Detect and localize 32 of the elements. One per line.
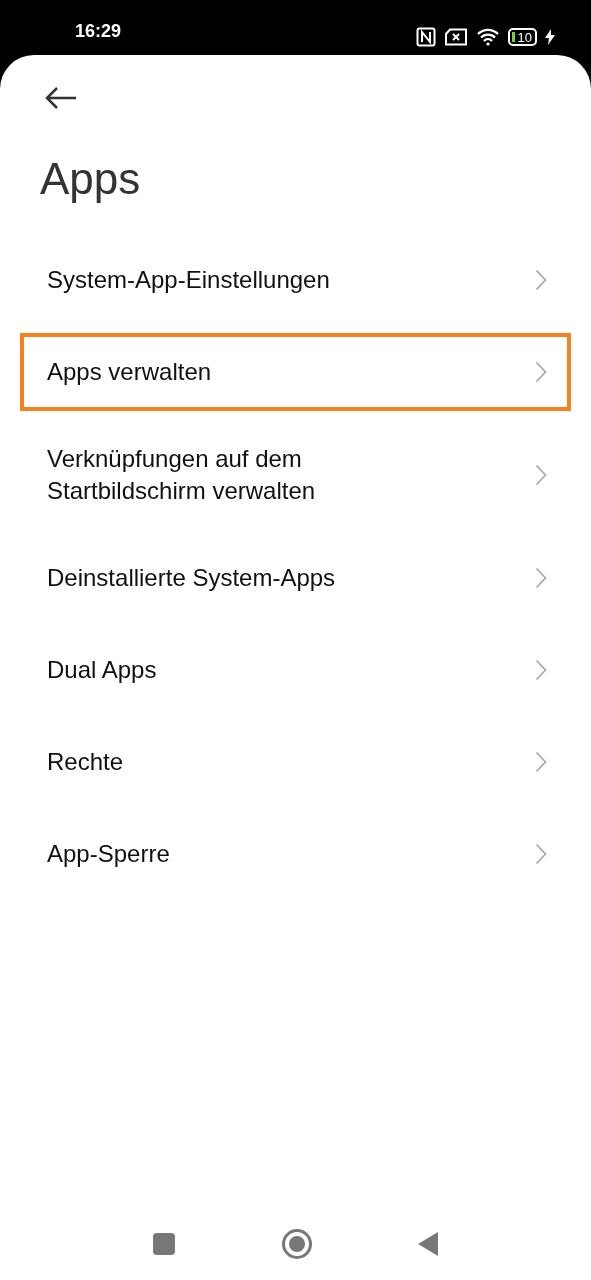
settings-item[interactable]: Verknüpfungen auf dem Startbildschirm verwalten [20, 425, 571, 525]
settings-item[interactable]: Rechte [20, 723, 571, 801]
item-label: Verknüpfungen auf dem Startbildschirm verwalten [47, 444, 317, 506]
item-label: Apps verwalten [47, 357, 212, 387]
battery-icon: 10 [507, 28, 537, 46]
sim-card-icon [443, 28, 468, 46]
wifi-icon [475, 28, 500, 46]
chevron-right-icon [535, 751, 547, 773]
item-label: App-Sperre [47, 839, 170, 869]
recents-icon[interactable] [152, 1232, 176, 1256]
home-icon[interactable] [280, 1228, 313, 1260]
settings-item[interactable]: Deinstallierte System-Apps [20, 539, 571, 617]
back-arrow-icon[interactable] [44, 85, 78, 110]
item-label: Dual Apps [47, 655, 157, 685]
settings-item[interactable]: System-App-Einstellungen [20, 241, 571, 319]
settings-item[interactable]: Apps verwalten [20, 333, 571, 411]
item-label: Deinstallierte System-Apps [47, 563, 336, 593]
chevron-right-icon [535, 567, 547, 589]
status-time: 16:29 [75, 22, 122, 43]
chevron-right-icon [535, 843, 547, 865]
settings-item[interactable]: Dual Apps [20, 631, 571, 709]
settings-item[interactable]: App-Sperre [20, 815, 571, 893]
item-label: System-App-Einstellungen [47, 265, 330, 295]
charging-icon [545, 29, 555, 45]
page-title: Apps [40, 157, 142, 201]
item-label: Rechte [47, 747, 124, 777]
chevron-right-icon [535, 269, 547, 291]
chevron-right-icon [535, 659, 547, 681]
nfc-icon [415, 27, 436, 47]
back-icon[interactable] [417, 1231, 439, 1257]
chevron-right-icon [535, 361, 547, 383]
chevron-right-icon [535, 464, 547, 486]
